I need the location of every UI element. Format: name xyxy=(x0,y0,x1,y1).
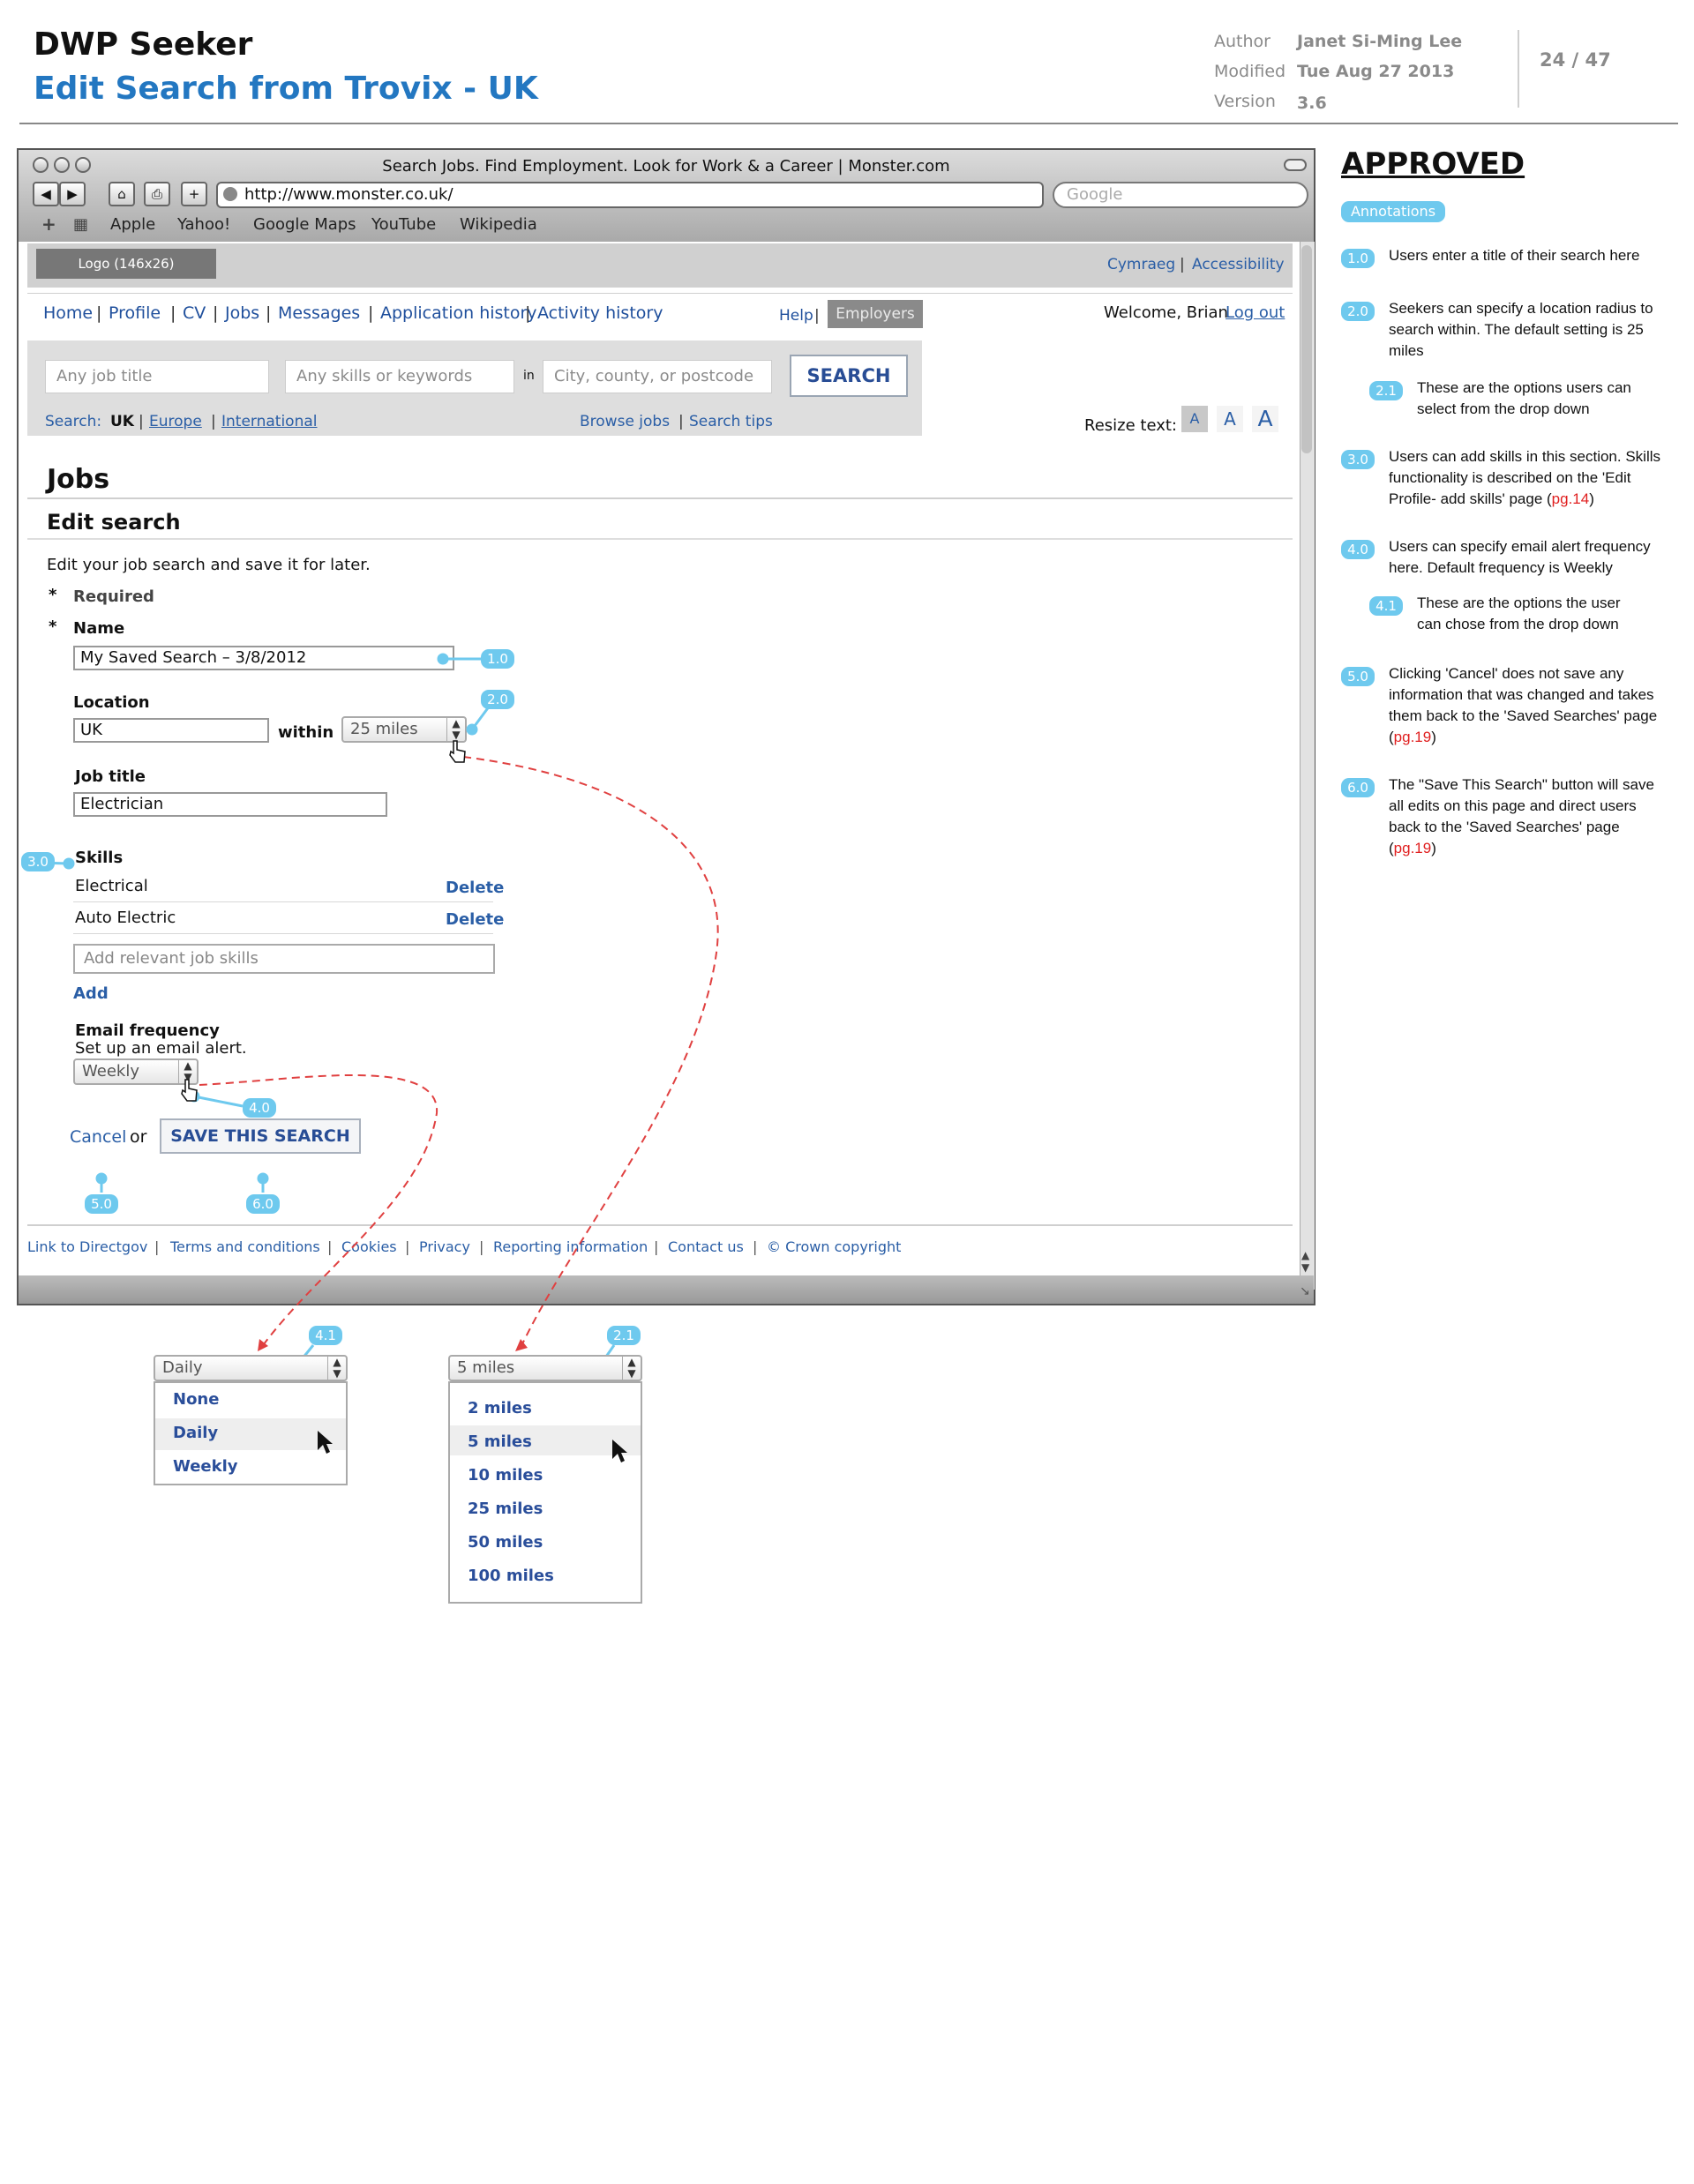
annotation-text: These are the options the user can chose… xyxy=(1417,595,1621,632)
connector-email-dropdown xyxy=(199,1074,438,1349)
callout-tag-1-0: 1.0 xyxy=(481,649,514,669)
annotation-tag: 1.0 xyxy=(1341,249,1375,268)
callout-tag-3-0: 3.0 xyxy=(21,852,55,871)
annotation-tag: 5.0 xyxy=(1341,667,1375,686)
callout-tag-2-1: 2.1 xyxy=(607,1326,641,1345)
radius-option-100[interactable]: 100 miles xyxy=(468,1567,554,1585)
hand-cursor-icon xyxy=(181,1079,198,1102)
annotation-text: Clicking 'Cancel' does not save any info… xyxy=(1389,663,1671,748)
annotation-text: Users can add skills in this section. Sk… xyxy=(1389,446,1671,510)
page-ref-link[interactable]: pg.19 xyxy=(1394,840,1432,856)
callout-tag-6-0: 6.0 xyxy=(246,1194,280,1214)
email-dropdown-value: Daily xyxy=(162,1358,203,1377)
radius-option-10[interactable]: 10 miles xyxy=(468,1466,543,1485)
callout-tag-5-0: 5.0 xyxy=(85,1194,118,1214)
annotation-tag: 2.1 xyxy=(1369,381,1403,400)
annotations-heading: Annotations xyxy=(1341,201,1445,222)
annotation-text: Users enter a title of their search here xyxy=(1389,247,1640,264)
radius-dropdown-menu: 2 miles 5 miles 10 miles 25 miles 50 mil… xyxy=(448,1381,642,1604)
radius-option-50[interactable]: 50 miles xyxy=(468,1533,543,1552)
annotation-body: Users can add skills in this section. Sk… xyxy=(1389,448,1661,507)
email-option-weekly[interactable]: Weekly xyxy=(173,1457,238,1476)
arrow-cursor-icon xyxy=(318,1431,333,1454)
connector-arrowhead xyxy=(515,1339,528,1351)
annotation-text: Seekers can specify a location radius to… xyxy=(1389,300,1653,359)
annotation-text: These are the options users can select f… xyxy=(1417,379,1631,417)
callout-tag-2-0: 2.0 xyxy=(481,690,514,709)
approved-stamp: APPROVED xyxy=(1341,146,1525,182)
select-arrows-icon: ▲ ▼ xyxy=(327,1357,346,1380)
hand-cursor-icon xyxy=(449,740,466,763)
callout-tag-4-0: 4.0 xyxy=(243,1098,276,1118)
radius-dropdown-value: 5 miles xyxy=(457,1358,515,1377)
select-arrows-icon: ▲ ▼ xyxy=(622,1357,641,1380)
page-ref-link[interactable]: pg.14 xyxy=(1552,490,1590,507)
annotation-tag: 2.0 xyxy=(1341,302,1375,321)
annotation-close-paren: ) xyxy=(1431,840,1436,856)
annotation-tag: 4.0 xyxy=(1341,540,1375,559)
arrow-cursor-icon xyxy=(612,1440,627,1462)
annotation-text: The "Save This Search" button will save … xyxy=(1389,774,1671,859)
radius-dropdown-select[interactable]: 5 miles ▲ ▼ xyxy=(448,1355,642,1381)
annotation-close-paren: ) xyxy=(1431,729,1436,745)
annotation-close-paren: ) xyxy=(1589,490,1594,507)
radius-option-25[interactable]: 25 miles xyxy=(468,1500,543,1518)
annotation-text: Users can specify email alert frequency … xyxy=(1389,538,1651,576)
radius-option-2[interactable]: 2 miles xyxy=(468,1399,532,1417)
callout-tag-4-1: 4.1 xyxy=(309,1326,342,1345)
radius-option-5[interactable]: 5 miles xyxy=(468,1432,532,1451)
annotation-tag: 4.1 xyxy=(1369,596,1403,616)
email-option-daily[interactable]: Daily xyxy=(173,1424,218,1442)
annotation-tag: 3.0 xyxy=(1341,450,1375,469)
page-ref-link[interactable]: pg.19 xyxy=(1394,729,1432,745)
email-option-none[interactable]: None xyxy=(173,1390,219,1409)
email-dropdown-select[interactable]: Daily ▲ ▼ xyxy=(154,1355,348,1381)
connector-radius-dropdown xyxy=(462,756,719,1349)
annotation-tag: 6.0 xyxy=(1341,778,1375,797)
